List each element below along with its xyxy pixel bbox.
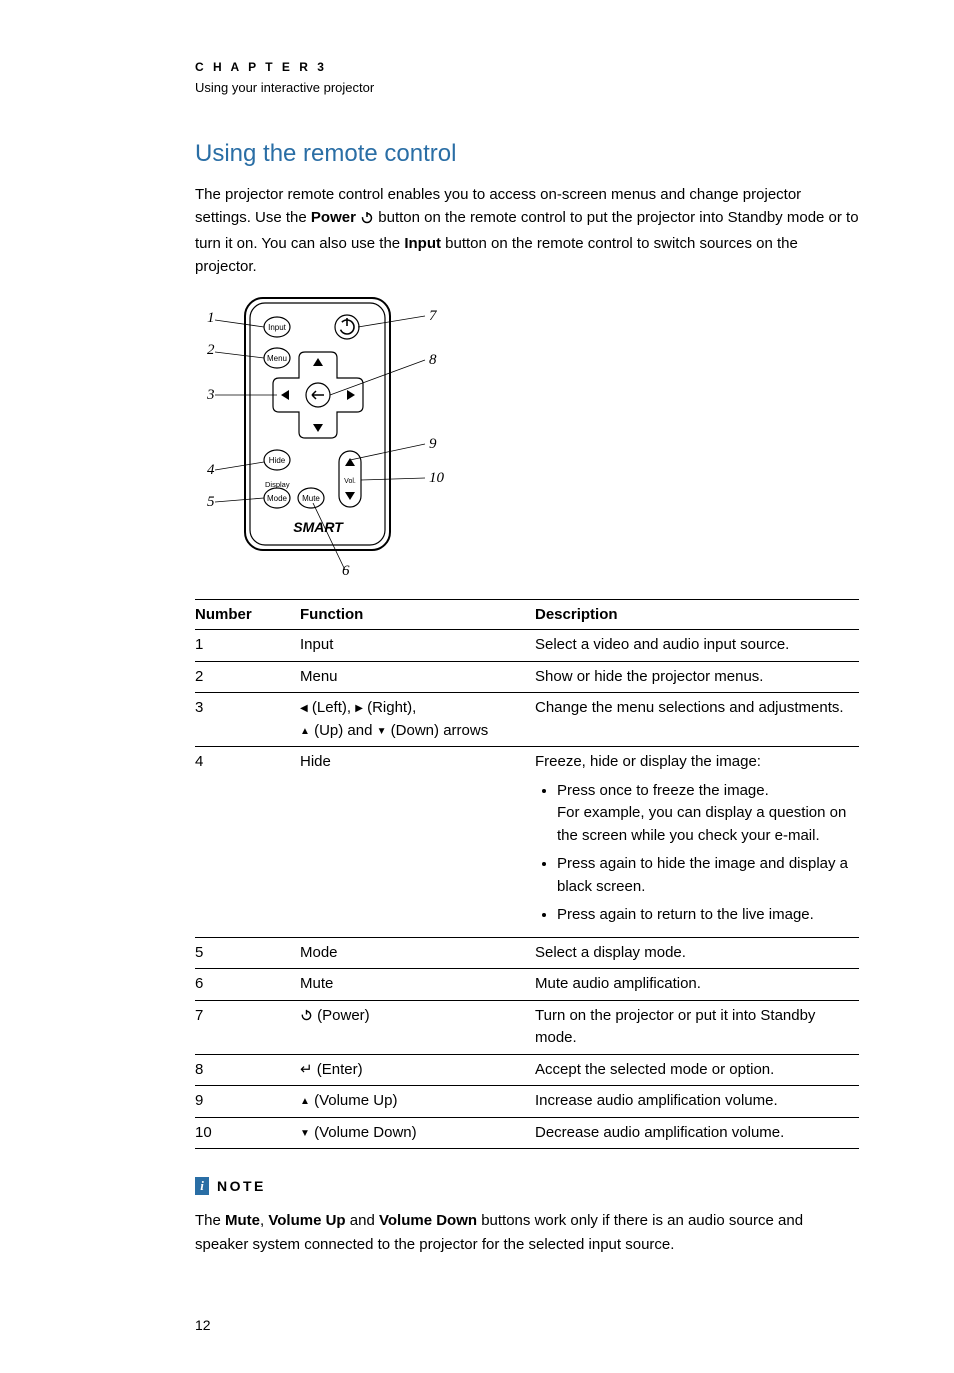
cell-desc: Accept the selected mode or option. (535, 1054, 859, 1086)
chapter-subtitle: Using your interactive projector (195, 80, 859, 95)
callout-5: 5 (207, 494, 215, 510)
power-icon (360, 208, 374, 231)
table-row: 5 Mode Select a display mode. (195, 937, 859, 969)
intro-power-bold: Power (311, 209, 356, 226)
cell-num: 4 (195, 747, 300, 938)
cell-num: 3 (195, 693, 300, 747)
cell-desc: Show or hide the projector menus. (535, 661, 859, 693)
up-arrow-icon: ▲ (300, 1094, 310, 1109)
note-box: i NOTE The Mute, Volume Up and Volume Do… (195, 1177, 859, 1257)
callout-1: 1 (207, 310, 215, 326)
callout-8: 8 (429, 352, 437, 368)
left-arrow-icon: ◀ (300, 701, 308, 716)
remote-mute-label: Mute (302, 494, 320, 503)
section-title: Using the remote control (195, 140, 859, 168)
up-arrow-icon: ▲ (300, 724, 310, 739)
cell-desc: Change the menu selections and adjustmen… (535, 693, 859, 747)
cell-num: 9 (195, 1086, 300, 1118)
down-arrow-icon: ▼ (300, 1126, 310, 1141)
reference-table: Number Function Description 1 Input Sele… (195, 599, 859, 1149)
power-icon (300, 1007, 313, 1024)
callout-7: 7 (429, 308, 438, 324)
cell-fn: ◀ (Left), ▶ (Right), ▲ (Up) and ▼ (Down)… (300, 693, 535, 747)
cell-num: 5 (195, 937, 300, 969)
cell-fn: ↵ (Enter) (300, 1054, 535, 1086)
cell-fn: ▲ (Volume Up) (300, 1086, 535, 1118)
note-label: i NOTE (195, 1177, 859, 1195)
info-icon: i (195, 1177, 209, 1195)
cell-desc: Select a display mode. (535, 937, 859, 969)
cell-num: 2 (195, 661, 300, 693)
intro-input-bold: Input (404, 235, 441, 252)
table-row: 1 Input Select a video and audio input s… (195, 630, 859, 662)
callout-2: 2 (207, 342, 215, 358)
note-text: The Mute, Volume Up and Volume Down butt… (195, 1209, 859, 1257)
table-row: 8 ↵ (Enter) Accept the selected mode or … (195, 1054, 859, 1086)
remote-brand: SMART (293, 519, 344, 535)
remote-input-label: Input (268, 323, 287, 332)
table-row: 9 ▲ (Volume Up) Increase audio amplifica… (195, 1086, 859, 1118)
th-number: Number (195, 600, 300, 630)
page-number: 12 (195, 1317, 859, 1333)
cell-desc: Decrease audio amplification volume. (535, 1117, 859, 1149)
cell-desc: Increase audio amplification volume. (535, 1086, 859, 1118)
remote-vol-label: Vol. (344, 478, 356, 485)
cell-num: 7 (195, 1000, 300, 1054)
cell-fn: (Power) (300, 1000, 535, 1054)
cell-fn: Mode (300, 937, 535, 969)
cell-fn: Menu (300, 661, 535, 693)
table-row: 2 Menu Show or hide the projector menus. (195, 661, 859, 693)
cell-fn: Mute (300, 969, 535, 1001)
callout-4: 4 (207, 462, 215, 478)
cell-fn: Hide (300, 747, 535, 938)
cell-desc: Freeze, hide or display the image: Press… (535, 747, 859, 938)
cell-num: 10 (195, 1117, 300, 1149)
hide-bullet-1: Press once to freeze the image.For examp… (557, 780, 853, 848)
cell-num: 8 (195, 1054, 300, 1086)
chapter-label: C H A P T E R 3 (195, 60, 859, 74)
cell-fn: ▼ (Volume Down) (300, 1117, 535, 1149)
svg-text:Mode: Mode (267, 494, 288, 503)
hide-bullet-3: Press again to return to the live image. (557, 904, 853, 927)
remote-diagram: Input Menu Hide Display Mode M (195, 292, 445, 577)
table-row: 10 ▼ (Volume Down) Decrease audio amplif… (195, 1117, 859, 1149)
cell-desc: Select a video and audio input source. (535, 630, 859, 662)
intro-paragraph: The projector remote control enables you… (195, 183, 859, 278)
cell-num: 1 (195, 630, 300, 662)
table-row: 4 Hide Freeze, hide or display the image… (195, 747, 859, 938)
table-row: 6 Mute Mute audio amplification. (195, 969, 859, 1001)
cell-desc: Mute audio amplification. (535, 969, 859, 1001)
callout-3: 3 (206, 387, 215, 403)
th-description: Description (535, 600, 859, 630)
remote-menu-label: Menu (267, 354, 287, 363)
note-heading: NOTE (217, 1178, 266, 1194)
callout-10: 10 (429, 470, 445, 486)
callout-6: 6 (342, 563, 350, 577)
th-function: Function (300, 600, 535, 630)
cell-fn: Input (300, 630, 535, 662)
remote-display-mode-label: Display (265, 480, 290, 489)
cell-desc: Turn on the projector or put it into Sta… (535, 1000, 859, 1054)
remote-hide-label: Hide (269, 456, 286, 465)
enter-arrow-icon: ↵ (300, 1061, 313, 1078)
right-arrow-icon: ▶ (355, 701, 363, 716)
down-arrow-icon: ▼ (377, 724, 387, 739)
callout-9: 9 (429, 436, 437, 452)
hide-bullet-2: Press again to hide the image and displa… (557, 853, 853, 898)
table-row: 3 ◀ (Left), ▶ (Right), ▲ (Up) and ▼ (Dow… (195, 693, 859, 747)
table-row: 7 (Power) Turn on the projector or put i… (195, 1000, 859, 1054)
cell-num: 6 (195, 969, 300, 1001)
